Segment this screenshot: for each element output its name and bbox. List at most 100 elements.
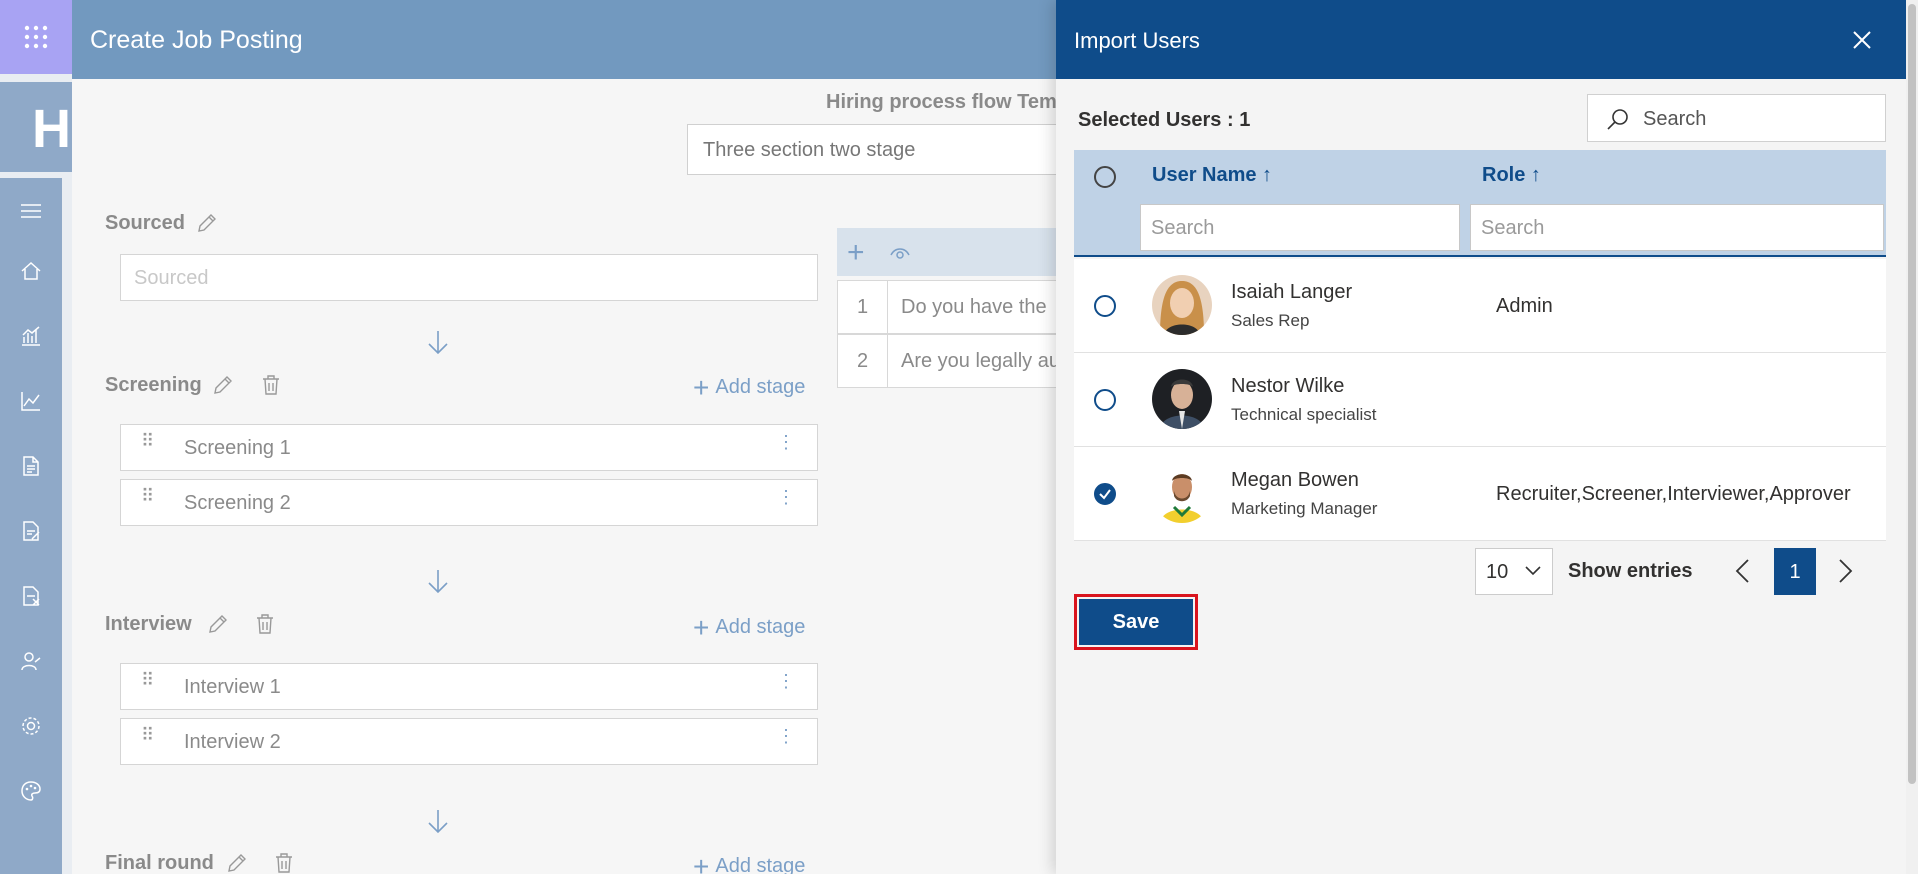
chevron-left-icon[interactable] (1733, 558, 1753, 584)
line-chart-icon[interactable] (18, 388, 44, 414)
drag-handle-icon[interactable]: ⠿ (141, 432, 154, 450)
user-title: Marketing Manager (1231, 499, 1378, 518)
trash-icon[interactable] (260, 374, 282, 396)
scrollbar-thumb[interactable] (1908, 4, 1916, 784)
question-row[interactable]: 1 Do you have the (837, 280, 1082, 334)
user-title: Technical specialist (1231, 405, 1377, 424)
more-vertical-icon[interactable]: ⋮ (777, 727, 795, 745)
column-header-role[interactable]: Role ↑ (1482, 164, 1541, 187)
stage-row[interactable]: ⠿ Screening 2 ⋮ (120, 479, 818, 526)
stage-row[interactable]: ⠿ Interview 1 ⋮ (120, 663, 818, 710)
arrow-down-icon (426, 568, 450, 594)
users-table-header: User Name ↑ Role ↑ Search Search (1074, 150, 1886, 257)
save-button-highlight: Save (1074, 594, 1198, 650)
show-entries-label: Show entries (1568, 560, 1693, 582)
drag-handle-icon[interactable]: ⠿ (141, 726, 154, 744)
add-stage-button-final-round[interactable]: + Add stage (693, 850, 806, 874)
questions-table-header: + (837, 228, 1082, 276)
add-stage-label: Add stage (715, 376, 806, 398)
trash-icon[interactable] (273, 852, 295, 874)
user-name: Isaiah Langer (1231, 281, 1353, 303)
plus-icon: + (693, 371, 710, 403)
user-role: Recruiter,Screener,Interviewer,Approver (1496, 483, 1851, 505)
import-users-header: Import Users (1056, 0, 1906, 79)
trash-icon[interactable] (254, 613, 276, 635)
add-question-icon[interactable]: + (847, 236, 865, 270)
select-all-radio[interactable] (1094, 166, 1116, 188)
checkmark-icon (1099, 489, 1111, 500)
import-users-panel: Import Users Selected Users : 1 Search U… (1056, 0, 1906, 874)
table-row[interactable]: Nestor Wilke Technical specialist (1074, 353, 1886, 447)
chevron-down-icon (1525, 566, 1541, 576)
vertical-scrollbar[interactable] (1906, 0, 1918, 874)
stage-label: Interview 2 (184, 731, 281, 753)
document-icon[interactable] (18, 453, 44, 479)
palette-icon[interactable] (18, 778, 44, 804)
pencil-icon[interactable] (212, 374, 234, 396)
question-number: 2 (838, 335, 888, 387)
close-icon[interactable] (1851, 29, 1873, 51)
question-text: Are you legally au (901, 350, 1060, 372)
drag-handle-icon[interactable]: ⠿ (141, 671, 154, 689)
pencil-icon[interactable] (196, 212, 218, 234)
document-remove-icon[interactable] (18, 583, 44, 609)
plus-icon: + (693, 850, 710, 874)
left-navigation (0, 178, 62, 874)
app-launcher-button[interactable] (0, 0, 72, 74)
row-select-radio-checked[interactable] (1094, 483, 1116, 505)
row-select-radio[interactable] (1094, 295, 1116, 317)
stage-label: Interview 1 (184, 676, 281, 698)
more-vertical-icon[interactable]: ⋮ (777, 672, 795, 690)
section-title-interview: Interview (105, 613, 192, 635)
home-icon[interactable] (18, 258, 44, 284)
chevron-right-icon[interactable] (1835, 558, 1855, 584)
more-vertical-icon[interactable]: ⋮ (777, 488, 795, 506)
question-text: Do you have the (901, 296, 1047, 318)
arrow-down-icon (426, 329, 450, 355)
document-edit-icon[interactable] (18, 518, 44, 544)
column-header-user-name[interactable]: User Name ↑ (1152, 164, 1272, 187)
stage-row[interactable]: ⠿ Screening 1 ⋮ (120, 424, 818, 471)
search-input[interactable]: Search (1587, 94, 1886, 142)
page-number-current[interactable]: 1 (1774, 548, 1816, 595)
pencil-icon[interactable] (207, 613, 229, 635)
job-posting-header: Create Job Posting (72, 0, 1082, 79)
pencil-icon[interactable] (226, 852, 248, 874)
question-row[interactable]: 2 Are you legally au (837, 334, 1082, 388)
save-button[interactable]: Save (1079, 599, 1193, 645)
create-job-posting-panel: Create Job Posting Hiring process flow T… (72, 0, 1082, 874)
section-title-sourced: Sourced (105, 212, 186, 234)
stage-label: Screening 2 (184, 492, 291, 514)
plus-icon: + (693, 611, 710, 643)
add-stage-button-screening[interactable]: + Add stage (693, 371, 806, 403)
user-name-search-input[interactable]: Search (1140, 204, 1460, 251)
preview-eye-icon[interactable] (889, 242, 911, 264)
row-select-radio[interactable] (1094, 389, 1116, 411)
table-row[interactable]: Megan Bowen Marketing Manager Recruiter,… (1074, 447, 1886, 541)
drag-handle-icon[interactable]: ⠿ (141, 487, 154, 505)
analytics-icon[interactable] (18, 323, 44, 349)
page-size-value: 10 (1486, 561, 1509, 583)
add-stage-label: Add stage (715, 616, 806, 638)
more-vertical-icon[interactable]: ⋮ (777, 433, 795, 451)
user-role: Admin (1496, 295, 1553, 317)
add-stage-button-interview[interactable]: + Add stage (693, 611, 806, 643)
hiring-flow-select[interactable]: Three section two stage (687, 124, 1082, 175)
user-settings-icon[interactable] (18, 648, 44, 674)
sourced-input[interactable]: Sourced (120, 254, 818, 301)
user-name: Nestor Wilke (1231, 375, 1345, 397)
add-stage-label: Add stage (715, 855, 806, 874)
hamburger-icon[interactable] (18, 198, 44, 224)
table-row[interactable]: Isaiah Langer Sales Rep Admin (1074, 259, 1886, 353)
avatar (1152, 369, 1212, 429)
arrow-down-icon (426, 808, 450, 834)
section-title-final-round: Final round (105, 852, 214, 874)
gear-icon[interactable] (18, 713, 44, 739)
role-search-input[interactable]: Search (1470, 204, 1884, 251)
avatar (1152, 275, 1212, 335)
page-size-select[interactable]: 10 (1475, 548, 1553, 595)
selected-users-count: Selected Users : 1 (1078, 109, 1251, 131)
user-title: Sales Rep (1231, 311, 1310, 330)
stage-row[interactable]: ⠿ Interview 2 ⋮ (120, 718, 818, 765)
stage-label: Screening 1 (184, 437, 291, 459)
